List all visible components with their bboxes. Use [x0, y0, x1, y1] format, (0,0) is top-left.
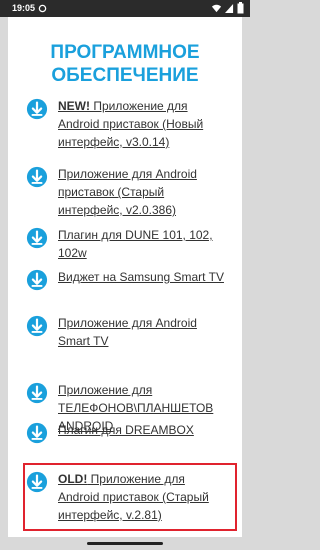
download-link[interactable]: Приложение для Android приставок (Старый…	[58, 165, 228, 219]
download-icon[interactable]	[26, 227, 48, 249]
page-title: ПРОГРАММНОЕ ОБЕСПЕЧЕНИЕ	[8, 41, 242, 87]
download-icon[interactable]	[26, 269, 48, 291]
download-link[interactable]: Виджет на Samsung Smart TV	[58, 268, 228, 286]
download-icon[interactable]	[26, 315, 48, 337]
download-icon[interactable]	[26, 382, 48, 404]
home-gesture-pill[interactable]	[87, 542, 163, 545]
download-icon[interactable]	[26, 422, 48, 444]
item-prefix: NEW!	[58, 99, 90, 113]
battery-icon	[237, 2, 244, 14]
download-icon[interactable]	[26, 166, 48, 188]
download-icon[interactable]	[26, 98, 48, 120]
page-title-line1: ПРОГРАММНОЕ	[50, 42, 200, 63]
navigation-bar	[0, 537, 250, 550]
item-label: Плагин для DREAMBOX	[58, 423, 194, 437]
download-link[interactable]: Плагин для DREAMBOX	[58, 421, 228, 439]
item-label: Виджет на Samsung Smart TV	[58, 270, 224, 284]
notification-icon	[38, 4, 47, 13]
item-label: Приложение для Android приставок (Старый…	[58, 167, 197, 217]
status-bar: 19:05	[0, 0, 250, 17]
page-title-line2: ОБЕСПЕЧЕНИЕ	[51, 65, 199, 86]
download-link[interactable]: Плагин для DUNE 101, 102, 102w	[58, 226, 228, 262]
status-icons	[211, 2, 244, 14]
highlight-box	[23, 463, 237, 531]
item-label: Плагин для DUNE 101, 102, 102w	[58, 228, 213, 260]
download-link[interactable]: NEW! Приложение для Android приставок (Н…	[58, 97, 228, 151]
signal-icon	[225, 3, 234, 13]
item-label: Приложение для Android Smart TV	[58, 316, 197, 348]
download-link[interactable]: Приложение для Android Smart TV	[58, 314, 228, 350]
status-time: 19:05	[12, 3, 36, 13]
wifi-icon	[211, 4, 222, 12]
